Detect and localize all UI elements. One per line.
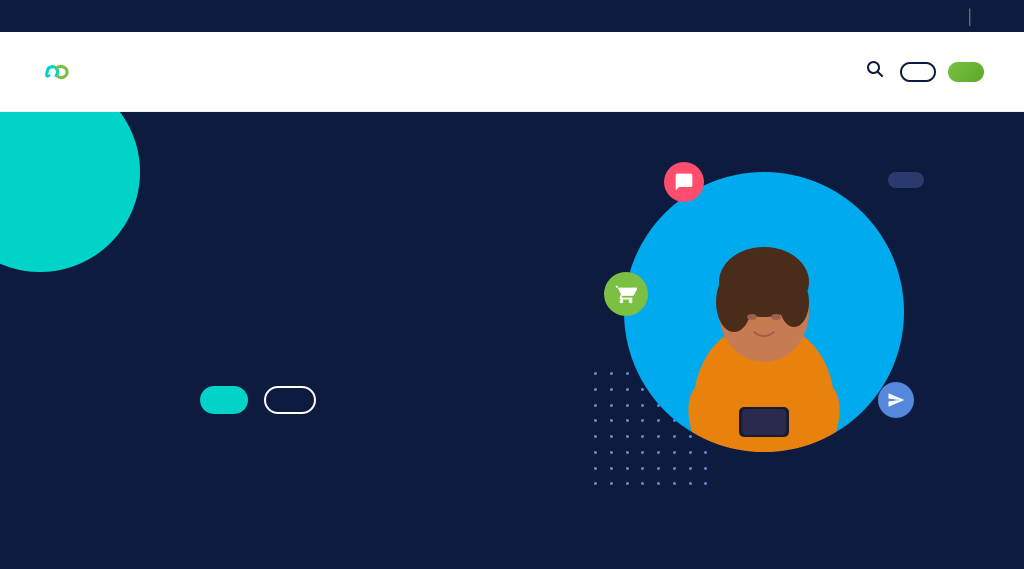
- logo-icon: [40, 61, 76, 83]
- woman-illustration: [624, 172, 904, 452]
- hero-section: const dotsContainer = document.querySele…: [0, 112, 1024, 569]
- send-icon: [878, 382, 914, 418]
- get-in-touch-button[interactable]: [948, 62, 984, 82]
- hero-visual: const dotsContainer = document.querySele…: [584, 152, 944, 522]
- hero-circle-bg: [624, 172, 904, 452]
- teal-blob-decoration: [0, 112, 140, 272]
- create-account-button[interactable]: [900, 62, 936, 82]
- contact-us-button[interactable]: [200, 386, 248, 414]
- chat-bubble: [888, 172, 924, 188]
- main-nav: [0, 32, 1024, 112]
- search-icon[interactable]: [862, 56, 888, 87]
- nav-actions: [862, 56, 984, 87]
- watch-video-button[interactable]: [264, 386, 316, 414]
- chat-icon: [664, 162, 704, 202]
- top-bar: |: [0, 0, 1024, 32]
- divider: |: [967, 6, 972, 27]
- logo[interactable]: [40, 61, 84, 83]
- cart-icon: [604, 272, 648, 316]
- hero-title: [200, 301, 316, 354]
- hero-content: [0, 267, 316, 414]
- hero-buttons: [200, 386, 316, 414]
